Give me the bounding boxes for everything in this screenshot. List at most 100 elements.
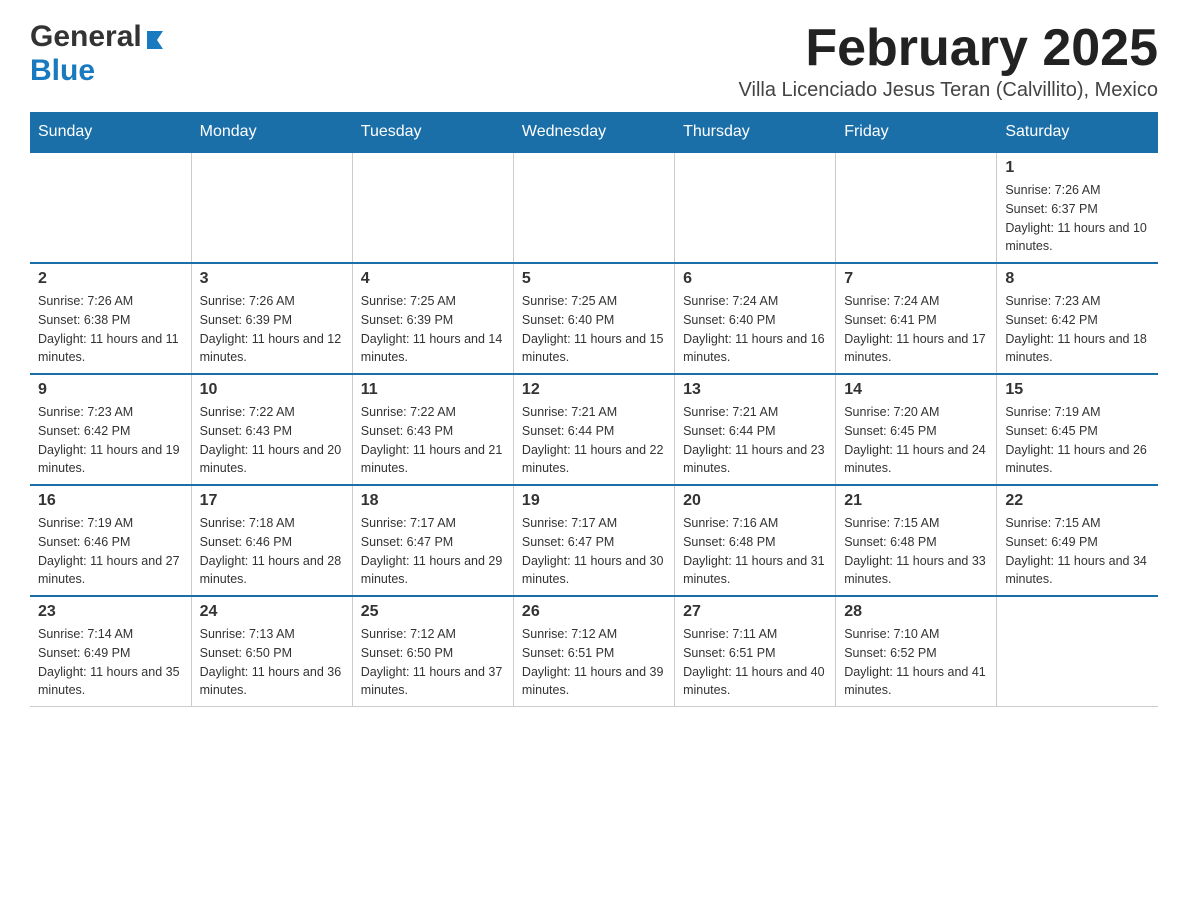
calendar-cell: 19Sunrise: 7:17 AMSunset: 6:47 PMDayligh… xyxy=(513,485,674,596)
day-info: Sunrise: 7:26 AMSunset: 6:38 PMDaylight:… xyxy=(38,292,183,367)
calendar-cell: 4Sunrise: 7:25 AMSunset: 6:39 PMDaylight… xyxy=(352,263,513,374)
day-number: 28 xyxy=(844,603,988,621)
logo: General Blue xyxy=(30,20,167,88)
day-info: Sunrise: 7:13 AMSunset: 6:50 PMDaylight:… xyxy=(200,625,344,700)
calendar-cell: 28 Sunrise: 7:10 AMSunset: 6:52 PMDayligh… xyxy=(836,596,997,707)
day-info: Sunrise: 7:26 AMSunset: 6:39 PMDaylight:… xyxy=(200,292,344,367)
calendar-cell: 13 Sunrise: 7:21 AMSunset: 6:44 PMDayligh… xyxy=(675,374,836,485)
day-number: 21 xyxy=(844,492,988,510)
day-number: 4 xyxy=(361,270,505,288)
day-info: Sunrise: 7:18 AMSunset: 6:46 PMDaylight:… xyxy=(200,514,344,589)
calendar-title: February 2025 xyxy=(739,20,1158,77)
calendar-cell: 7Sunrise: 7:24 AMSunset: 6:41 PMDaylight… xyxy=(836,263,997,374)
header-thursday: Thursday xyxy=(675,113,836,153)
day-info: Sunrise: 7:21 AMSunset: 6:44 PMDaylight:… xyxy=(683,403,827,478)
calendar-cell xyxy=(997,596,1158,707)
day-info: Sunrise: 7:12 AMSunset: 6:51 PMDaylight:… xyxy=(522,625,666,700)
calendar-cell: 18 Sunrise: 7:17 AMSunset: 6:47 PMDayligh… xyxy=(352,485,513,596)
calendar-cell: 12 Sunrise: 7:21 AMSunset: 6:44 PMDayligh… xyxy=(513,374,674,485)
calendar-cell: 20Sunrise: 7:16 AMSunset: 6:48 PMDayligh… xyxy=(675,485,836,596)
header-wednesday: Wednesday xyxy=(513,113,674,153)
day-info: Sunrise: 7:19 AMSunset: 6:45 PMDaylight:… xyxy=(1005,403,1150,478)
header-sunday: Sunday xyxy=(30,113,191,153)
calendar-header: SundayMondayTuesdayWednesdayThursdayFrid… xyxy=(30,113,1158,153)
logo-flag-icon xyxy=(145,27,167,49)
day-info: Sunrise: 7:17 AMSunset: 6:47 PMDaylight:… xyxy=(361,514,505,589)
day-number: 1 xyxy=(1005,159,1150,177)
header-tuesday: Tuesday xyxy=(352,113,513,153)
day-number: 11 xyxy=(361,381,505,399)
calendar-body: 1 Sunrise: 7:26 AMSunset: 6:37 PMDaylight… xyxy=(30,152,1158,707)
calendar-cell: 8Sunrise: 7:23 AMSunset: 6:42 PMDaylight… xyxy=(997,263,1158,374)
day-info: Sunrise: 7:10 AMSunset: 6:52 PMDaylight:… xyxy=(844,625,988,700)
day-number: 5 xyxy=(522,270,666,288)
day-info: Sunrise: 7:26 AMSunset: 6:37 PMDaylight:… xyxy=(1005,181,1150,256)
day-number: 18 xyxy=(361,492,505,510)
day-info: Sunrise: 7:22 AMSunset: 6:43 PMDaylight:… xyxy=(361,403,505,478)
day-info: Sunrise: 7:25 AMSunset: 6:40 PMDaylight:… xyxy=(522,292,666,367)
day-info: Sunrise: 7:15 AMSunset: 6:48 PMDaylight:… xyxy=(844,514,988,589)
calendar-cell: 21 Sunrise: 7:15 AMSunset: 6:48 PMDayligh… xyxy=(836,485,997,596)
calendar-cell: 16Sunrise: 7:19 AMSunset: 6:46 PMDayligh… xyxy=(30,485,191,596)
day-info: Sunrise: 7:12 AMSunset: 6:50 PMDaylight:… xyxy=(361,625,505,700)
day-number: 8 xyxy=(1005,270,1150,288)
week-row-1: 1 Sunrise: 7:26 AMSunset: 6:37 PMDaylight… xyxy=(30,152,1158,263)
week-row-3: 9 Sunrise: 7:23 AMSunset: 6:42 PMDaylight… xyxy=(30,374,1158,485)
day-number: 3 xyxy=(200,270,344,288)
week-row-2: 2 Sunrise: 7:26 AMSunset: 6:38 PMDaylight… xyxy=(30,263,1158,374)
header-monday: Monday xyxy=(191,113,352,153)
day-number: 13 xyxy=(683,381,827,399)
calendar-cell: 24 Sunrise: 7:13 AMSunset: 6:50 PMDayligh… xyxy=(191,596,352,707)
logo-general-text: General xyxy=(30,20,142,54)
day-number: 22 xyxy=(1005,492,1150,510)
calendar-cell xyxy=(836,152,997,263)
calendar-cell xyxy=(191,152,352,263)
day-number: 2 xyxy=(38,270,183,288)
calendar-cell: 15 Sunrise: 7:19 AMSunset: 6:45 PMDayligh… xyxy=(997,374,1158,485)
day-number: 26 xyxy=(522,603,666,621)
calendar-table: SundayMondayTuesdayWednesdayThursdayFrid… xyxy=(30,112,1158,707)
day-number: 15 xyxy=(1005,381,1150,399)
calendar-cell: 11 Sunrise: 7:22 AMSunset: 6:43 PMDayligh… xyxy=(352,374,513,485)
calendar-cell: 10Sunrise: 7:22 AMSunset: 6:43 PMDayligh… xyxy=(191,374,352,485)
calendar-subtitle: Villa Licenciado Jesus Teran (Calvillito… xyxy=(739,79,1158,102)
calendar-cell: 14 Sunrise: 7:20 AMSunset: 6:45 PMDayligh… xyxy=(836,374,997,485)
days-of-week-row: SundayMondayTuesdayWednesdayThursdayFrid… xyxy=(30,113,1158,153)
day-number: 25 xyxy=(361,603,505,621)
calendar-cell: 9 Sunrise: 7:23 AMSunset: 6:42 PMDaylight… xyxy=(30,374,191,485)
day-number: 17 xyxy=(200,492,344,510)
calendar-cell: 2 Sunrise: 7:26 AMSunset: 6:38 PMDaylight… xyxy=(30,263,191,374)
day-number: 19 xyxy=(522,492,666,510)
logo-blue-text: Blue xyxy=(30,54,95,88)
calendar-cell: 27 Sunrise: 7:11 AMSunset: 6:51 PMDayligh… xyxy=(675,596,836,707)
title-section: February 2025 Villa Licenciado Jesus Ter… xyxy=(739,20,1158,102)
day-info: Sunrise: 7:20 AMSunset: 6:45 PMDaylight:… xyxy=(844,403,988,478)
calendar-cell: 26 Sunrise: 7:12 AMSunset: 6:51 PMDayligh… xyxy=(513,596,674,707)
day-number: 23 xyxy=(38,603,183,621)
day-info: Sunrise: 7:22 AMSunset: 6:43 PMDaylight:… xyxy=(200,403,344,478)
day-info: Sunrise: 7:11 AMSunset: 6:51 PMDaylight:… xyxy=(683,625,827,700)
day-info: Sunrise: 7:14 AMSunset: 6:49 PMDaylight:… xyxy=(38,625,183,700)
day-number: 16 xyxy=(38,492,183,510)
calendar-cell xyxy=(675,152,836,263)
calendar-cell: 3 Sunrise: 7:26 AMSunset: 6:39 PMDaylight… xyxy=(191,263,352,374)
calendar-cell: 25 Sunrise: 7:12 AMSunset: 6:50 PMDayligh… xyxy=(352,596,513,707)
calendar-cell xyxy=(30,152,191,263)
calendar-cell xyxy=(352,152,513,263)
day-info: Sunrise: 7:21 AMSunset: 6:44 PMDaylight:… xyxy=(522,403,666,478)
day-number: 14 xyxy=(844,381,988,399)
day-number: 12 xyxy=(522,381,666,399)
day-number: 20 xyxy=(683,492,827,510)
day-number: 6 xyxy=(683,270,827,288)
day-number: 27 xyxy=(683,603,827,621)
day-number: 24 xyxy=(200,603,344,621)
calendar-cell xyxy=(513,152,674,263)
day-number: 7 xyxy=(844,270,988,288)
calendar-cell: 17 Sunrise: 7:18 AMSunset: 6:46 PMDayligh… xyxy=(191,485,352,596)
header-friday: Friday xyxy=(836,113,997,153)
calendar-cell: 1 Sunrise: 7:26 AMSunset: 6:37 PMDaylight… xyxy=(997,152,1158,263)
calendar-cell: 23 Sunrise: 7:14 AMSunset: 6:49 PMDayligh… xyxy=(30,596,191,707)
page-header: General Blue February 2025 Villa Licenci… xyxy=(30,20,1158,102)
day-number: 9 xyxy=(38,381,183,399)
day-info: Sunrise: 7:23 AMSunset: 6:42 PMDaylight:… xyxy=(38,403,183,478)
